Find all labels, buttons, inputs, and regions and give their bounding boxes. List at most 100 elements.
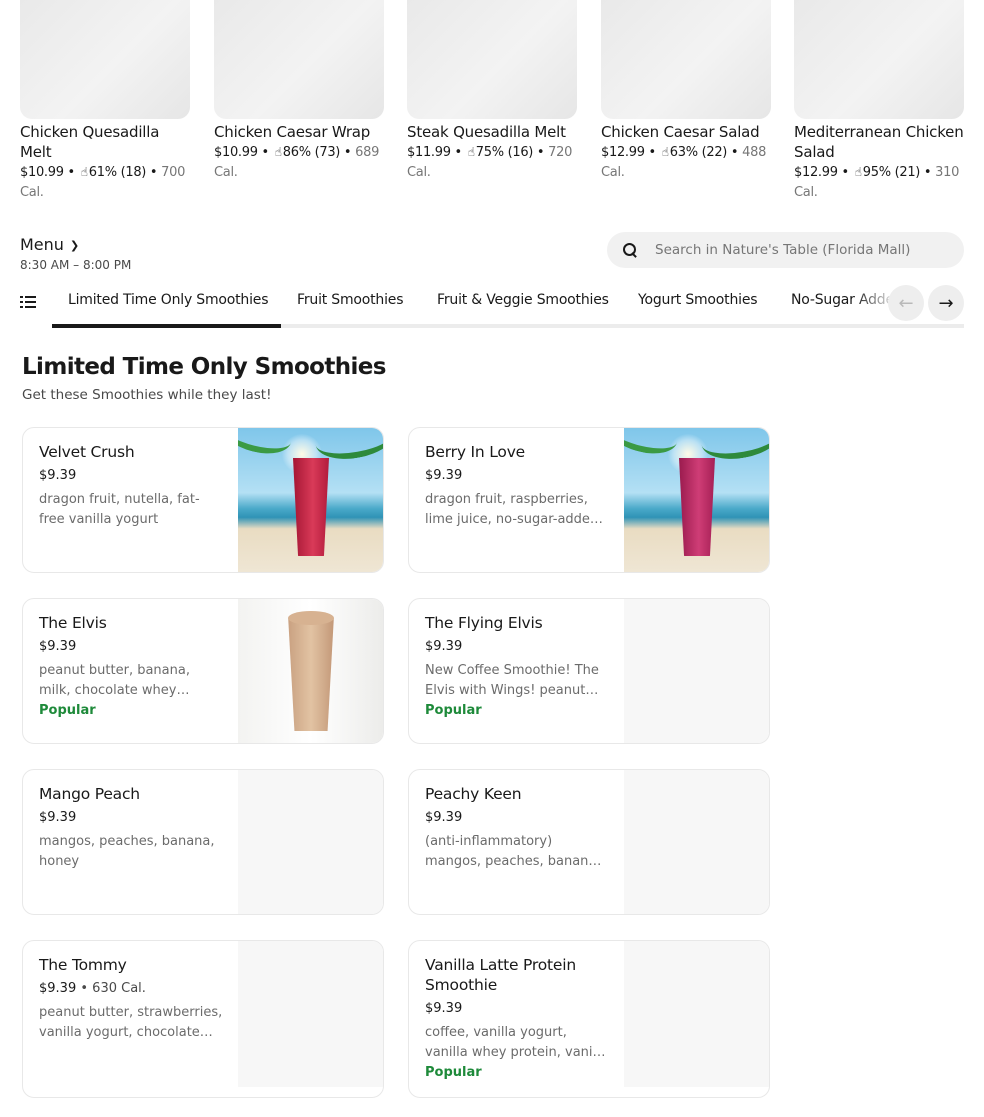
- menu-item-card[interactable]: The Flying Elvis $9.39 New Coffee Smooth…: [408, 598, 770, 744]
- separator: •: [67, 165, 76, 180]
- popular-badge: Popular: [425, 1065, 482, 1080]
- menu-item-price: $9.39: [425, 810, 463, 825]
- menu-item-name: Peachy Keen: [425, 785, 522, 803]
- featured-item[interactable]: Chicken Quesadilla Melt $10.99 • ☝61% (1…: [20, 0, 190, 203]
- menu-item-card[interactable]: Peachy Keen $9.39 (anti-inflammatory) ma…: [408, 769, 770, 915]
- featured-item-name: Steak Quesadilla Melt: [407, 123, 566, 141]
- separator: •: [149, 165, 158, 180]
- thumbs-up-icon: ☝: [80, 165, 88, 179]
- featured-item-name: Chicken Quesadilla Melt: [20, 123, 160, 161]
- menu-item-image-placeholder: [238, 941, 383, 1087]
- featured-item-image: [407, 0, 577, 119]
- chevron-down-icon: ❯: [69, 239, 80, 252]
- menu-item-description: mangos, peaches, banana, honey: [39, 834, 215, 869]
- arrow-left-icon: ←: [898, 292, 914, 314]
- separator: •: [343, 145, 352, 160]
- featured-item-meta: $10.99 • ☝61% (18) • 700 Cal.: [20, 162, 190, 203]
- featured-item-meta: $11.99 • ☝75% (16) • 720 Cal.: [407, 142, 577, 183]
- featured-item-meta: $12.99 • ☝63% (22) • 488 Cal.: [601, 142, 771, 183]
- separator: •: [80, 981, 89, 996]
- category-tab-bar: Limited Time Only Smoothies Fruit Smooth…: [20, 284, 964, 330]
- featured-item[interactable]: Mediterranean Chicken Salad $12.99 • ☝95…: [794, 0, 964, 203]
- menu-dropdown[interactable]: Menu ❯: [20, 235, 79, 254]
- tab-limited-time-only-smoothies[interactable]: Limited Time Only Smoothies: [68, 292, 269, 308]
- menu-item-info: The Elvis $9.39 peanut butter, banana, m…: [39, 613, 223, 718]
- menu-item-info: Vanilla Latte Protein Smoothie $9.39 cof…: [425, 955, 609, 1080]
- featured-item-meta: $10.99 • ☝86% (73) • 689 Cal.: [214, 142, 384, 183]
- featured-item-price: $12.99: [601, 145, 645, 160]
- featured-item[interactable]: Chicken Caesar Salad $12.99 • ☝63% (22) …: [601, 0, 771, 183]
- featured-item-image: [794, 0, 964, 119]
- separator: •: [261, 145, 270, 160]
- menu-item-price: $9.39: [425, 639, 463, 654]
- featured-item-meta: $12.99 • ☝95% (21) • 310 Cal.: [794, 162, 964, 203]
- menu-item-name: Berry In Love: [425, 443, 526, 461]
- menu-item-image-placeholder: [238, 770, 383, 914]
- menu-item-info: Peachy Keen $9.39 (anti-inflammatory) ma…: [425, 784, 609, 872]
- menu-item-info: Berry In Love $9.39 dragon fruit, raspbe…: [425, 442, 609, 530]
- menu-item-price: $9.39: [39, 639, 77, 654]
- separator: •: [454, 145, 463, 160]
- featured-item-price: $12.99: [794, 165, 838, 180]
- featured-item-image: [20, 0, 190, 119]
- menu-item-card[interactable]: Velvet Crush $9.39 dragon fruit, nutella…: [22, 427, 384, 573]
- menu-item-description: dragon fruit, raspberries, lime juice, n…: [425, 492, 599, 527]
- store-hours: 8:30 AM – 8:00 PM: [20, 258, 132, 272]
- menu-title: Menu: [20, 235, 64, 254]
- section-subtitle: Get these Smoothies while they last!: [22, 387, 272, 403]
- scroll-left-button[interactable]: ←: [888, 285, 924, 321]
- featured-item-rating: 61% (18): [88, 165, 147, 180]
- thumbs-up-icon: ☝: [274, 145, 282, 159]
- menu-item-price: $9.39: [39, 981, 77, 996]
- menu-item-calories: 630 Cal.: [92, 981, 146, 996]
- featured-item-rating: 75% (16): [475, 145, 534, 160]
- thumbs-up-icon: ☝: [854, 165, 862, 179]
- menu-item-name: Velvet Crush: [39, 443, 135, 461]
- featured-item[interactable]: Steak Quesadilla Melt $11.99 • ☝75% (16)…: [407, 0, 577, 183]
- search-input[interactable]: [655, 242, 945, 258]
- menu-item-description: dragon fruit, nutella, fat-free vanilla …: [39, 492, 200, 527]
- separator: •: [841, 165, 850, 180]
- menu-item-card[interactable]: The Tommy $9.39 • 630 Cal. peanut butter…: [22, 940, 384, 1098]
- menu-item-card[interactable]: Vanilla Latte Protein Smoothie $9.39 cof…: [408, 940, 770, 1098]
- separator: •: [923, 165, 932, 180]
- separator: •: [536, 145, 545, 160]
- active-tab-indicator: [52, 324, 281, 328]
- tab-yogurt-smoothies[interactable]: Yogurt Smoothies: [638, 292, 758, 308]
- menu-item-info: Mango Peach $9.39 mangos, peaches, banan…: [39, 784, 223, 872]
- menu-item-name: The Flying Elvis: [425, 614, 543, 632]
- featured-item-rating: 95% (21): [862, 165, 921, 180]
- menu-search-bar[interactable]: [607, 232, 964, 268]
- menu-item-description: coffee, vanilla yogurt, vanilla whey pro…: [425, 1025, 608, 1060]
- menu-item-description: peanut butter, strawberries, vanilla yog…: [39, 1005, 223, 1040]
- menu-item-card[interactable]: Mango Peach $9.39 mangos, peaches, banan…: [22, 769, 384, 915]
- menu-item-name: The Elvis: [39, 614, 107, 632]
- featured-item[interactable]: Chicken Caesar Wrap $10.99 • ☝86% (73) •…: [214, 0, 384, 183]
- section-title: Limited Time Only Smoothies: [22, 354, 386, 380]
- featured-item-price: $11.99: [407, 145, 451, 160]
- category-list-icon[interactable]: [20, 295, 36, 309]
- menu-item-info: Velvet Crush $9.39 dragon fruit, nutella…: [39, 442, 223, 530]
- scroll-right-button[interactable]: →: [928, 285, 964, 321]
- menu-item-price: $9.39: [425, 1001, 463, 1016]
- menu-item-image: [238, 428, 383, 572]
- featured-item-rating: 86% (73): [282, 145, 341, 160]
- menu-item-image-placeholder: [624, 599, 769, 743]
- tab-fruit-veggie-smoothies[interactable]: Fruit & Veggie Smoothies: [437, 292, 609, 308]
- menu-item-description: New Coffee Smoothie! The Elvis with Wing…: [425, 663, 599, 698]
- featured-item-rating: 63% (22): [669, 145, 728, 160]
- featured-item-price: $10.99: [214, 145, 258, 160]
- separator: •: [730, 145, 739, 160]
- menu-item-card[interactable]: Berry In Love $9.39 dragon fruit, raspbe…: [408, 427, 770, 573]
- menu-item-description: peanut butter, banana, milk, chocolate w…: [39, 663, 190, 698]
- tab-fruit-smoothies[interactable]: Fruit Smoothies: [297, 292, 404, 308]
- menu-item-price: $9.39: [39, 810, 77, 825]
- thumbs-up-icon: ☝: [661, 145, 669, 159]
- menu-item-card[interactable]: The Elvis $9.39 peanut butter, banana, m…: [22, 598, 384, 744]
- menu-item-price: $9.39: [39, 468, 77, 483]
- menu-item-name: Mango Peach: [39, 785, 140, 803]
- menu-item-image: [624, 428, 769, 572]
- featured-item-name: Chicken Caesar Wrap: [214, 123, 371, 141]
- search-icon: [623, 243, 637, 257]
- menu-item-price-line: $9.39 • 630 Cal.: [39, 980, 223, 998]
